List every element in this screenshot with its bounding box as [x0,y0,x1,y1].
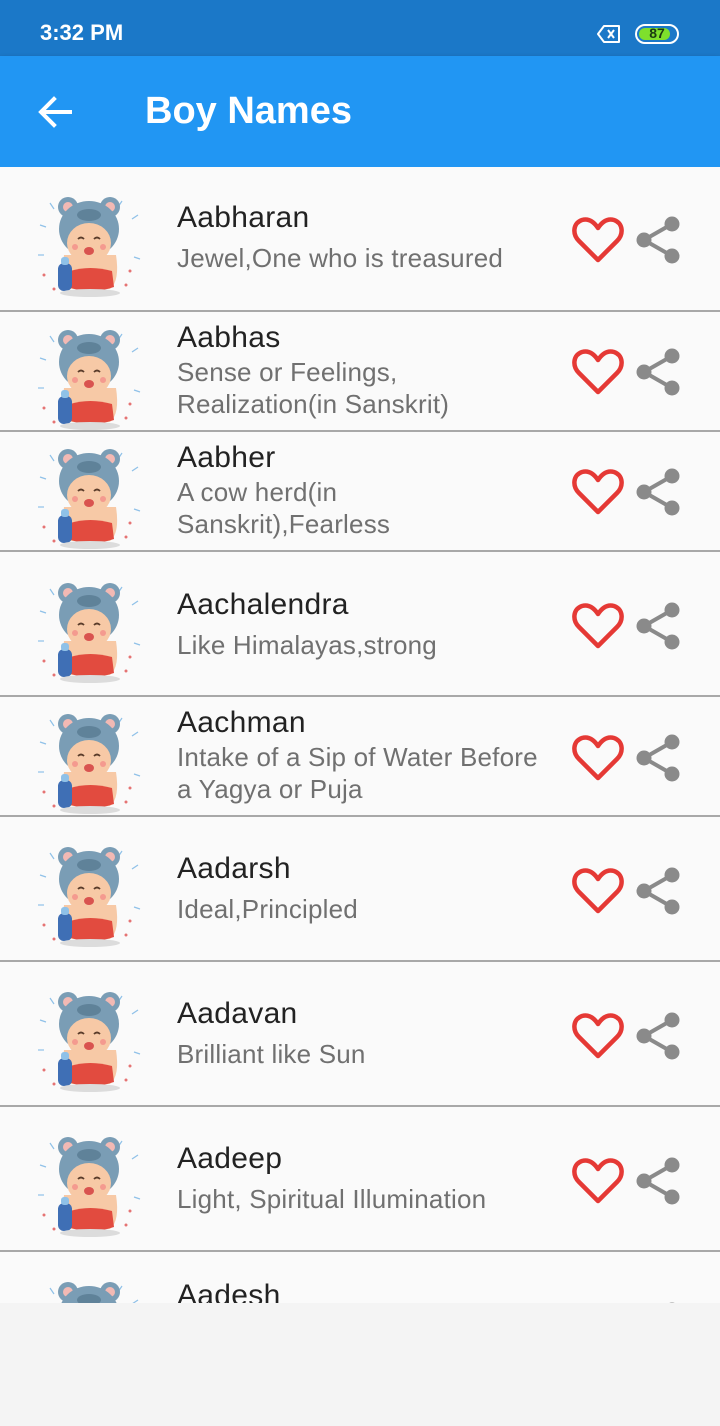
share-icon[interactable] [634,1010,682,1062]
heart-outline-icon[interactable] [572,216,624,264]
name-meaning: Sense or Feelings, Realization(in Sanskr… [177,357,450,419]
name-meaning: Light, Spiritual Illumination [177,1184,487,1214]
name-meaning: Jewel,One who is treasured [177,243,504,273]
arrow-left-icon[interactable] [36,92,76,132]
heart-outline-icon[interactable] [572,348,624,396]
heart-outline-icon[interactable] [572,468,624,516]
baby-avatar-icon [38,714,141,814]
heart-outline-icon[interactable] [572,734,624,782]
heart-outline-icon[interactable] [572,1012,624,1060]
name-text-group: Aadarsh Ideal,Principled [177,851,547,925]
list-item[interactable]: Aadarsh Ideal,Principled [0,817,720,962]
sim-x-icon [597,25,620,43]
baby-avatar-icon [38,449,141,549]
name-text-group: Aadesh [177,1278,547,1303]
baby-avatar-icon [38,197,141,297]
baby-avatar-icon [38,847,141,947]
status-time: 3:32 PM [40,20,124,45]
battery-level: 87 [649,25,665,41]
name-title: Aabharan [177,201,310,234]
list-item[interactable]: Aadesh [0,1252,720,1303]
app-bar: Boy Names [0,56,720,167]
share-icon[interactable] [634,600,682,652]
name-text-group: Aadavan Brilliant like Sun [177,996,547,1070]
baby-avatar-icon [49,1282,139,1303]
name-text-group: Aachman Intake of a Sip of Water Before … [177,705,547,805]
name-text-group: Aabharan Jewel,One who is treasured [177,200,547,274]
baby-avatar-icon [38,330,141,430]
page-title: Boy Names [145,90,352,132]
list-item[interactable]: Aadavan Brilliant like Sun [0,962,720,1107]
name-title: Aachman [177,706,306,739]
list-item[interactable]: Aabharan Jewel,One who is treasured [0,167,720,312]
name-title: Aadarsh [177,852,291,885]
name-text-group: Aachalendra Like Himalayas,strong [177,587,547,661]
baby-avatar-icon [38,1137,141,1237]
name-title: Aachalendra [177,588,349,621]
name-meaning: Intake of a Sip of Water Before a Yagya … [177,742,538,804]
share-icon[interactable] [634,466,682,518]
list-item[interactable]: Aabhas Sense or Feelings, Realization(in… [0,312,720,432]
name-meaning: Ideal,Principled [177,894,358,924]
name-text-group: Aabher A cow herd(in Sanskrit),Fearless [177,440,547,540]
name-meaning: Brilliant like Sun [177,1039,366,1069]
name-title: Aabher [177,441,276,474]
share-icon[interactable] [634,732,682,784]
name-title: Aabhas [177,321,281,354]
battery-indicator: 87 [635,24,679,44]
heart-outline-icon[interactable] [572,1157,624,1205]
share-icon[interactable] [634,214,682,266]
share-icon[interactable] [634,346,682,398]
baby-avatar-icon [38,992,141,1092]
share-icon[interactable] [634,865,682,917]
name-meaning: Like Himalayas,strong [177,630,437,660]
heart-outline-icon[interactable] [572,867,624,915]
list-item[interactable]: Aachman Intake of a Sip of Water Before … [0,697,720,817]
share-icon[interactable] [634,1155,682,1207]
name-title: Aadavan [177,997,298,1030]
list-item[interactable]: Aabher A cow herd(in Sanskrit),Fearless [0,432,720,552]
names-list[interactable]: Aabharan Jewel,One who is treasured Aabh… [0,167,720,1303]
status-bar: 3:32 PM 87 [0,0,720,56]
bottom-empty-area [0,1303,720,1426]
name-title: Aadeep [177,1142,283,1175]
name-text-group: Aadeep Light, Spiritual Illumination [177,1141,547,1215]
heart-outline-icon[interactable] [572,602,624,650]
name-title: Aadesh [177,1279,281,1303]
list-item[interactable]: Aachalendra Like Himalayas,strong [0,552,720,697]
list-item[interactable]: Aadeep Light, Spiritual Illumination [0,1107,720,1252]
name-meaning: A cow herd(in Sanskrit),Fearless [177,477,391,539]
baby-avatar-icon [38,583,141,683]
name-text-group: Aabhas Sense or Feelings, Realization(in… [177,320,547,420]
